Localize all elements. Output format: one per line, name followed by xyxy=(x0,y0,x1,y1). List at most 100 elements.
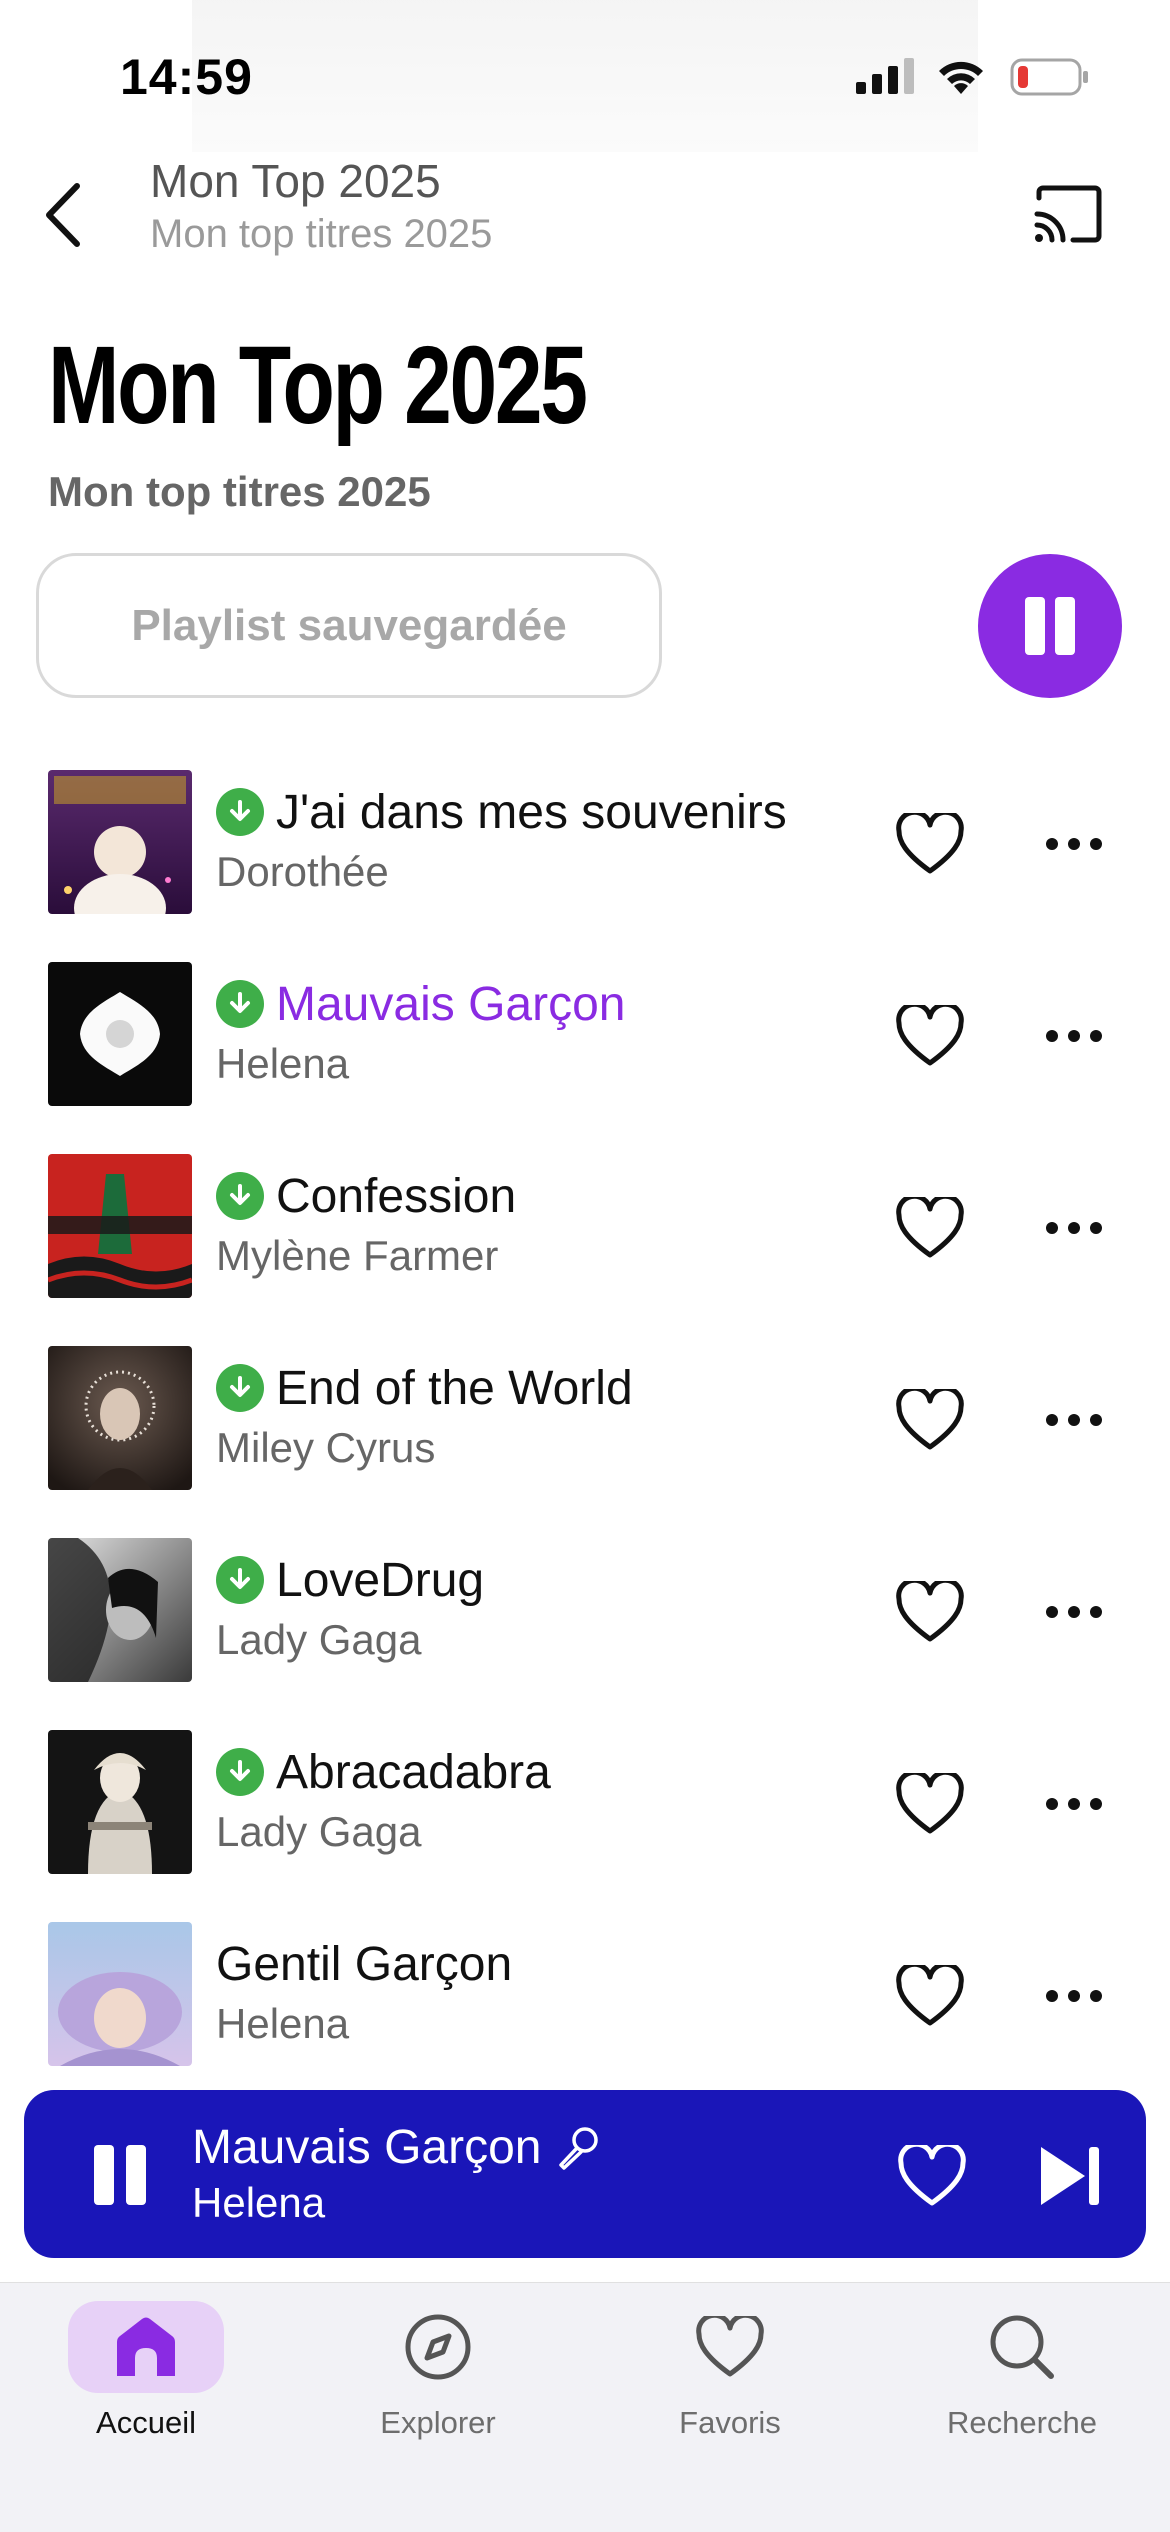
track-text: J'ai dans mes souvenirs Dorothée xyxy=(216,782,876,896)
track-title: Confession xyxy=(276,1169,517,1223)
nav-header: Mon Top 2025 Mon top titres 2025 xyxy=(0,150,1170,280)
track-artist: Lady Gaga xyxy=(216,1808,422,1855)
tab-label: Recherche xyxy=(947,2405,1097,2440)
track-row[interactable]: End of the World Miley Cyrus xyxy=(0,1324,1170,1516)
heart-outline-icon xyxy=(896,1197,964,1258)
mini-player-next-button[interactable] xyxy=(1030,2136,1110,2216)
like-button[interactable] xyxy=(890,1572,970,1652)
heart-outline-icon xyxy=(896,813,964,874)
more-options-button[interactable] xyxy=(1034,996,1114,1076)
track-artist: Mylène Farmer xyxy=(216,1232,499,1279)
heart-outline-icon xyxy=(896,1005,964,1066)
like-button[interactable] xyxy=(890,1764,970,1844)
more-options-button[interactable] xyxy=(1034,1188,1114,1268)
album-cover-abracadabra xyxy=(48,1730,192,1874)
downloaded-icon xyxy=(216,1748,264,1796)
track-text: Mauvais Garçon Helena xyxy=(216,974,876,1088)
heart-outline-icon xyxy=(896,1581,964,1642)
cellular-signal-icon xyxy=(856,58,914,94)
tab-label: Accueil xyxy=(96,2405,196,2440)
tab-favoris[interactable]: Favoris xyxy=(584,2291,876,2471)
compass-icon xyxy=(405,2314,471,2380)
mini-player-text: Mauvais Garçon Helena xyxy=(192,2120,601,2227)
album-cover-lovedrug xyxy=(48,1538,192,1682)
track-row[interactable]: Abracadabra Lady Gaga xyxy=(0,1708,1170,1900)
track-artist: Lady Gaga xyxy=(216,1616,422,1663)
track-title-row: J'ai dans mes souvenirs xyxy=(216,782,876,842)
heart-icon xyxy=(696,2316,764,2377)
mini-player-title-row: Mauvais Garçon xyxy=(192,2120,601,2175)
track-list: J'ai dans mes souvenirs Dorothée Mauvais… xyxy=(0,748,1170,2092)
album-cover-gentil-garcon xyxy=(48,1922,192,2066)
heart-outline-icon xyxy=(896,1773,964,1834)
microphone-lyrics-icon[interactable] xyxy=(555,2125,601,2171)
like-button[interactable] xyxy=(890,1380,970,1460)
tab-bar: Accueil Explorer Favoris Recherche xyxy=(0,2282,1170,2532)
track-title-row: Gentil Garçon xyxy=(216,1934,876,1994)
like-button[interactable] xyxy=(890,1956,970,2036)
playlist-saved-button[interactable]: Playlist sauvegardée xyxy=(36,553,662,698)
page-title: Mon Top 2025 xyxy=(48,324,588,447)
like-button[interactable] xyxy=(890,996,970,1076)
track-title: J'ai dans mes souvenirs xyxy=(276,785,787,839)
cast-button[interactable] xyxy=(1028,174,1108,254)
track-text: Confession Mylène Farmer xyxy=(216,1166,876,1280)
back-button[interactable] xyxy=(28,170,98,260)
track-title-row: Mauvais Garçon xyxy=(216,974,876,1034)
wifi-icon xyxy=(939,61,983,94)
heart-outline-icon xyxy=(898,2145,966,2206)
track-row[interactable]: Mauvais Garçon Helena xyxy=(0,940,1170,1132)
tab-icon-background xyxy=(652,2301,808,2393)
tab-explorer[interactable]: Explorer xyxy=(292,2291,584,2471)
mini-player-pause-button[interactable] xyxy=(80,2140,160,2210)
track-artist: Miley Cyrus xyxy=(216,1424,436,1471)
downloaded-icon xyxy=(216,980,264,1028)
mini-player[interactable]: Mauvais Garçon Helena xyxy=(24,2090,1146,2258)
album-cover-dorothee xyxy=(48,770,192,914)
tab-icon-background xyxy=(360,2301,516,2393)
more-options-button[interactable] xyxy=(1034,1764,1114,1844)
more-options-button[interactable] xyxy=(1034,1956,1114,2036)
like-button[interactable] xyxy=(890,804,970,884)
nav-title-group: Mon Top 2025 Mon top titres 2025 xyxy=(150,154,492,257)
nav-subtitle: Mon top titres 2025 xyxy=(150,212,493,256)
more-options-button[interactable] xyxy=(1034,804,1114,884)
cast-icon xyxy=(1034,185,1102,243)
chevron-left-icon xyxy=(46,183,80,247)
track-title-row: Abracadabra xyxy=(216,1742,876,1802)
tab-icon-background xyxy=(944,2301,1100,2393)
tab-label: Favoris xyxy=(679,2405,781,2440)
like-button[interactable] xyxy=(890,1188,970,1268)
battery-low-icon xyxy=(1010,58,1088,96)
tab-recherche[interactable]: Recherche xyxy=(876,2291,1168,2471)
album-cover-end-of-the-world xyxy=(48,1346,192,1490)
track-title-playing: Mauvais Garçon xyxy=(276,977,626,1031)
track-row[interactable]: Gentil Garçon Helena xyxy=(0,1900,1170,2092)
nav-title: Mon Top 2025 xyxy=(150,155,441,207)
track-title-row: LoveDrug xyxy=(216,1550,876,1610)
pause-icon xyxy=(1025,597,1075,655)
mini-player-title: Mauvais Garçon xyxy=(192,2121,542,2174)
downloaded-icon xyxy=(216,1556,264,1604)
status-time: 14:59 xyxy=(120,49,253,105)
more-options-button[interactable] xyxy=(1034,1572,1114,1652)
track-row[interactable]: Confession Mylène Farmer xyxy=(0,1132,1170,1324)
more-options-button[interactable] xyxy=(1034,1380,1114,1460)
downloaded-icon xyxy=(216,1172,264,1220)
track-title: Gentil Garçon xyxy=(216,1937,513,1991)
page-subtitle: Mon top titres 2025 xyxy=(48,468,431,515)
track-title: Abracadabra xyxy=(276,1745,551,1799)
track-row[interactable]: LoveDrug Lady Gaga xyxy=(0,1516,1170,1708)
album-cover-helena xyxy=(48,962,192,1106)
mini-player-like-button[interactable] xyxy=(892,2136,972,2216)
track-text: LoveDrug Lady Gaga xyxy=(216,1550,876,1664)
play-pause-button[interactable] xyxy=(978,554,1122,698)
home-icon xyxy=(117,2317,175,2376)
downloaded-icon xyxy=(216,788,264,836)
track-row[interactable]: J'ai dans mes souvenirs Dorothée xyxy=(0,748,1170,940)
track-title-row: Confession xyxy=(216,1166,876,1226)
track-text: Gentil Garçon Helena xyxy=(216,1934,876,2048)
track-title-row: End of the World xyxy=(216,1358,876,1418)
album-cover-confession xyxy=(48,1154,192,1298)
tab-accueil[interactable]: Accueil xyxy=(0,2291,292,2471)
